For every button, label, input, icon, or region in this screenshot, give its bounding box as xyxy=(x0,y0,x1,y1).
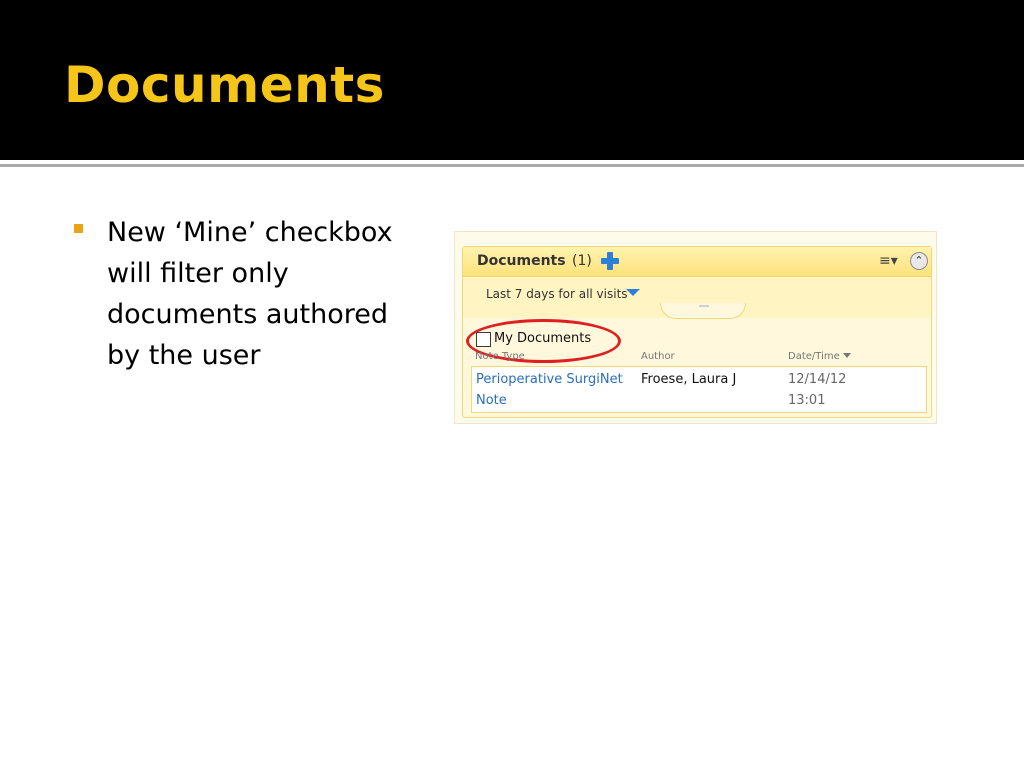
column-header-note-type[interactable]: Note Type xyxy=(475,351,525,362)
plus-icon[interactable] xyxy=(601,252,619,270)
sort-desc-icon xyxy=(842,353,851,358)
column-header-date-time[interactable]: Date/Time xyxy=(788,351,851,362)
title-divider-gray xyxy=(0,164,1024,167)
table-header: Note Type Author Date/Time xyxy=(471,351,927,365)
bullet-line: will filter only xyxy=(107,258,289,289)
documents-panel-header: Documents (1) ≡▾ ⌃ xyxy=(463,247,931,277)
row-time: 13:01 xyxy=(788,393,826,408)
bullet-square-icon xyxy=(74,224,83,233)
bullet-line: New ‘Mine’ checkbox xyxy=(107,217,393,248)
bullet-line: by the user xyxy=(107,340,261,371)
documents-panel: Documents (1) ≡▾ ⌃ Last 7 days for all v… xyxy=(462,246,932,418)
table-row-date-time: 12/14/12 13:01 xyxy=(788,369,846,411)
documents-table: Perioperative SurgiNet Note Froese, Laur… xyxy=(471,366,927,413)
table-row-note-type-link[interactable]: Perioperative SurgiNet Note xyxy=(476,369,623,411)
table-row-author: Froese, Laura J xyxy=(641,372,737,387)
slide-title-bar: Documents xyxy=(0,0,1024,160)
note-type-line: Note xyxy=(476,393,507,408)
visit-filter-dropdown[interactable]: Last 7 days for all visits xyxy=(486,287,628,301)
document-count: (1) xyxy=(572,253,592,269)
collapse-handle[interactable] xyxy=(660,303,746,319)
bullet-text: New ‘Mine’ checkbox will filter only doc… xyxy=(107,212,427,376)
menu-icon[interactable]: ≡▾ xyxy=(879,252,903,270)
note-type-line: Perioperative SurgiNet xyxy=(476,372,623,387)
caret-down-icon[interactable] xyxy=(626,289,640,296)
column-header-date-time-label: Date/Time xyxy=(788,351,840,362)
panel-title[interactable]: Documents xyxy=(477,253,566,269)
collapse-icon[interactable]: ⌃ xyxy=(910,252,928,270)
row-date: 12/14/12 xyxy=(788,372,847,387)
column-header-author[interactable]: Author xyxy=(641,351,675,362)
documents-screenshot: Documents (1) ≡▾ ⌃ Last 7 days for all v… xyxy=(454,231,937,424)
grip-icon xyxy=(699,305,709,307)
slide-title: Documents xyxy=(64,56,385,114)
bullet-line: documents authored xyxy=(107,299,389,330)
